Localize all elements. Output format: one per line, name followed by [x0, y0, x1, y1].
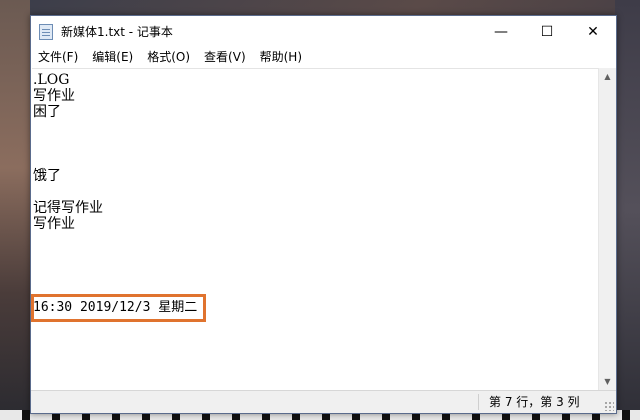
desktop-background-left: [0, 0, 30, 420]
title-bar[interactable]: 新媒体1.txt - 记事本 — ☐ ✕: [31, 16, 616, 47]
desktop-background-right: [615, 0, 640, 420]
menu-view[interactable]: 查看(V): [197, 47, 253, 67]
notepad-icon: [39, 23, 53, 40]
menu-bar: 文件(F) 编辑(E) 格式(O) 查看(V) 帮助(H): [31, 47, 616, 67]
minimize-button[interactable]: —: [478, 16, 524, 47]
window-controls: — ☐ ✕: [478, 16, 616, 47]
annotation-highlight-box: [31, 294, 206, 322]
text-line: 写作业: [33, 88, 75, 104]
text-line: 记得写作业: [33, 200, 103, 216]
menu-format[interactable]: 格式(O): [140, 47, 197, 67]
text-line: 困了: [33, 104, 61, 120]
text-line: .LOG: [33, 72, 70, 88]
cursor-position: 第 7 行，第 3 列: [489, 395, 580, 409]
text-line: 写作业: [33, 216, 75, 232]
resize-grip-icon[interactable]: [604, 401, 614, 411]
scroll-up-arrow-icon[interactable]: ▲: [599, 68, 616, 85]
menu-file[interactable]: 文件(F): [31, 47, 85, 67]
close-button[interactable]: ✕: [570, 16, 616, 47]
window-title: 新媒体1.txt - 记事本: [61, 25, 173, 39]
status-divider: [478, 394, 479, 410]
text-editor[interactable]: .LOG 写作业 困了 饿了 记得写作业 写作业 16:30 2019/12/3…: [31, 68, 598, 390]
scroll-down-arrow-icon[interactable]: ▼: [599, 373, 616, 390]
status-bar: 第 7 行，第 3 列: [31, 390, 616, 413]
text-line: 饿了: [33, 168, 61, 184]
menu-help[interactable]: 帮助(H): [253, 47, 309, 67]
notepad-window: 新媒体1.txt - 记事本 — ☐ ✕ 文件(F) 编辑(E) 格式(O) 查…: [30, 15, 617, 414]
maximize-button[interactable]: ☐: [524, 16, 570, 47]
vertical-scrollbar[interactable]: ▲ ▼: [598, 68, 616, 390]
menu-edit[interactable]: 编辑(E): [85, 47, 140, 67]
